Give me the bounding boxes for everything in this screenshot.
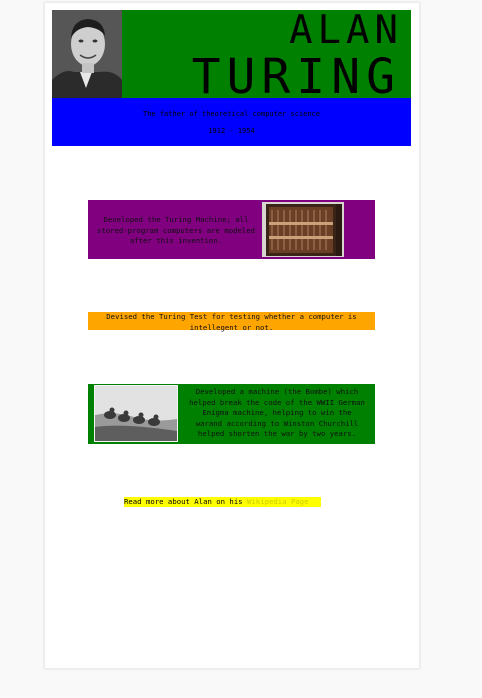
fact-text: Developed a machine (the Bombe) which he…: [189, 387, 365, 438]
read-more-text: Read more about Alan on his: [124, 497, 248, 506]
wikipedia-link[interactable]: Wikipedia Page: [247, 497, 309, 506]
fact-text: Devised the Turing Test for testing whet…: [106, 312, 357, 332]
fact-card-bombe: Developed a machine (the Bombe) which he…: [88, 384, 375, 444]
header-subtitle-band: The father of theoretical computer scien…: [52, 98, 411, 146]
header-title-banner: ALAN TURING: [52, 10, 411, 98]
portrait-photo: [52, 10, 122, 98]
soldiers-photo: [94, 385, 178, 442]
years-text: 1912 - 1954: [208, 127, 255, 135]
fact-text: Developed the Turing Machine; all stored…: [96, 215, 256, 245]
fact-card-turing-test: Devised the Turing Test for testing whet…: [88, 312, 375, 332]
fact-card-turing-machine: Developed the Turing Machine; all stored…: [88, 200, 375, 259]
subtitle-text: The father of theoretical computer scien…: [142, 110, 320, 118]
first-name-heading: ALAN: [289, 10, 403, 53]
read-more-line: Read more about Alan on his Wikipedia Pa…: [124, 497, 321, 507]
machine-photo: [262, 202, 344, 257]
last-name-heading: TURING: [191, 49, 401, 98]
